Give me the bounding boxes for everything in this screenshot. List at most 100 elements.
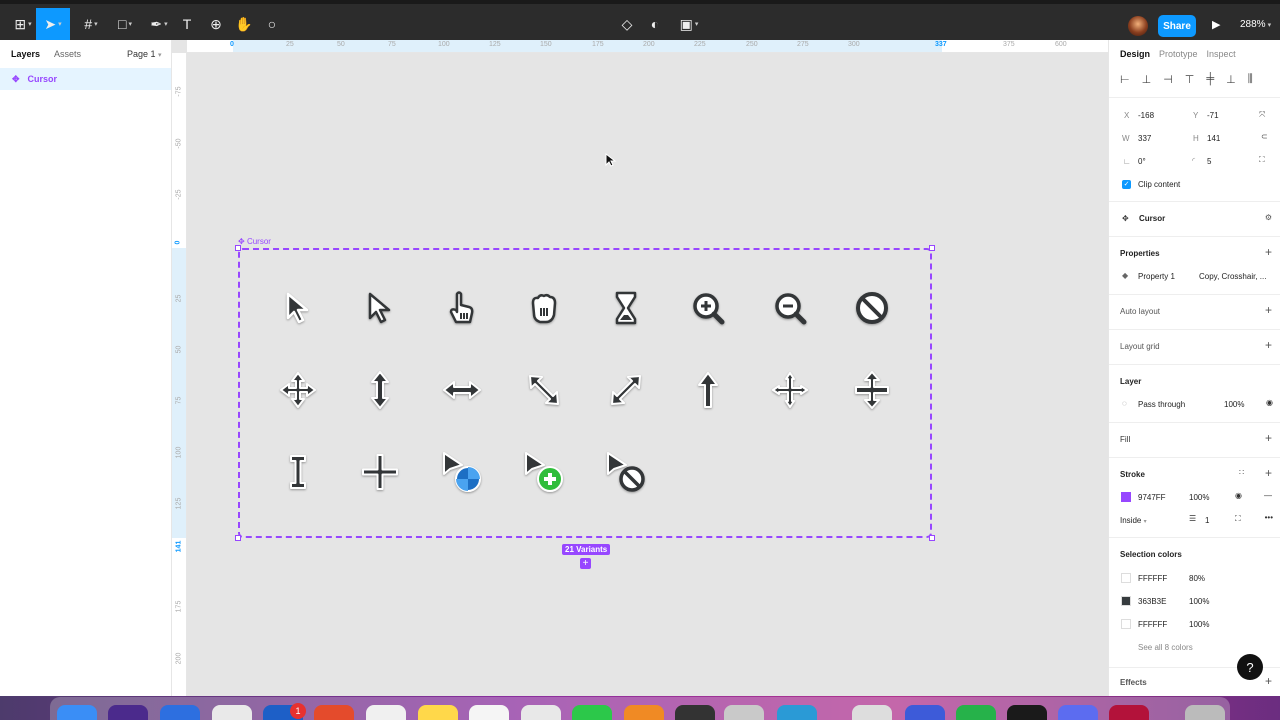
component-icon[interactable]: ◇	[618, 8, 636, 40]
y-field[interactable]: -71	[1207, 111, 1219, 120]
property-name[interactable]: Property 1	[1138, 272, 1175, 281]
rotation-field[interactable]: 0°	[1138, 157, 1146, 166]
row-resize-icon[interactable]	[852, 370, 892, 410]
align-left-icon[interactable]: ⊢	[1120, 73, 1130, 86]
not-allowed-icon[interactable]	[852, 288, 892, 328]
selection-color-opacity[interactable]: 100%	[1189, 620, 1209, 629]
selection-color-hex[interactable]: FFFFFF	[1138, 620, 1167, 629]
dock-app-icon[interactable]	[777, 705, 817, 720]
dock-app-icon[interactable]	[314, 705, 354, 720]
shape-tool-icon[interactable]: □ ▾	[110, 8, 140, 40]
stroke-color-swatch[interactable]	[1121, 492, 1131, 502]
arrow-black-icon[interactable]	[278, 288, 318, 328]
visibility-eye-icon[interactable]: ◉	[1266, 398, 1273, 407]
distribute-icon[interactable]: ⫼	[1248, 73, 1253, 86]
hand-pointer-icon[interactable]	[442, 288, 482, 328]
frame-tool-icon[interactable]: # ▾	[76, 8, 106, 40]
resize-handle[interactable]	[235, 245, 241, 251]
constraints-icon[interactable]: ⤧	[1259, 110, 1265, 120]
share-button[interactable]: Share	[1158, 15, 1196, 37]
comment-tool-icon[interactable]: ○	[262, 8, 282, 40]
boolean-icon[interactable]: ▣ ▾	[676, 8, 702, 40]
stroke-style-icon[interactable]: ∷	[1239, 468, 1244, 477]
resize-nesw-icon[interactable]	[606, 370, 646, 410]
dock-app-icon[interactable]	[418, 705, 458, 720]
dock-app-icon[interactable]	[852, 705, 892, 720]
selection-color-swatch[interactable]	[1121, 596, 1131, 606]
property-value[interactable]: Copy, Crosshair, ...	[1199, 272, 1266, 281]
dock-app-icon[interactable]	[366, 705, 406, 720]
dock-app-icon[interactable]	[1109, 705, 1149, 720]
main-menu-icon[interactable]: ⊞ ▾	[6, 8, 40, 40]
crosshair-icon[interactable]	[360, 452, 400, 492]
tab-layers[interactable]: Layers	[11, 49, 40, 59]
component-set-frame[interactable]	[238, 248, 932, 538]
align-bottom-icon[interactable]: ⊥	[1226, 73, 1236, 86]
add-layout-grid-icon[interactable]: +	[1265, 338, 1272, 352]
move-tool-icon[interactable]: ➤ ▾	[36, 8, 70, 40]
constrain-proportions-icon[interactable]: ⊂	[1261, 132, 1268, 141]
selection-color-hex[interactable]: 363B3E	[1138, 597, 1166, 606]
resize-nwse-icon[interactable]	[524, 370, 564, 410]
selection-color-opacity[interactable]: 100%	[1189, 597, 1209, 606]
tab-prototype[interactable]: Prototype	[1159, 49, 1198, 59]
variants-badge[interactable]: 21 Variants	[562, 544, 611, 555]
align-right-icon[interactable]: ⊣	[1163, 73, 1173, 86]
stroke-position-dropdown[interactable]: Inside ▾	[1120, 516, 1147, 525]
layer-item-cursor[interactable]: ✥ Cursor	[0, 68, 171, 90]
resources-icon[interactable]: ⊕	[206, 8, 226, 40]
selection-color-swatch[interactable]	[1121, 573, 1131, 583]
help-button[interactable]: ?	[1237, 654, 1263, 680]
stroke-weight-field[interactable]: 1	[1205, 516, 1209, 525]
dock-app-icon[interactable]	[1058, 705, 1098, 720]
resize-horizontal-icon[interactable]	[442, 370, 482, 410]
w-field[interactable]: 337	[1138, 134, 1151, 143]
dock-app-icon[interactable]	[469, 705, 509, 720]
text-tool-icon[interactable]: T	[178, 8, 196, 40]
stroke-visibility-icon[interactable]: ◉	[1235, 491, 1242, 500]
selection-color-opacity[interactable]: 80%	[1189, 574, 1205, 583]
dock-app-icon[interactable]	[675, 705, 715, 720]
hourglass-icon[interactable]	[606, 288, 646, 328]
add-auto-layout-icon[interactable]: +	[1265, 303, 1272, 317]
dock-app-icon[interactable]	[956, 705, 996, 720]
resize-handle[interactable]	[929, 535, 935, 541]
dock-app-icon[interactable]	[1007, 705, 1047, 720]
move-icon[interactable]	[278, 370, 318, 410]
see-all-colors-link[interactable]: See all 8 colors	[1138, 643, 1193, 652]
zoom-in-icon[interactable]	[688, 288, 728, 328]
add-property-icon[interactable]: +	[1265, 245, 1272, 259]
stroke-opacity-field[interactable]: 100%	[1189, 493, 1209, 502]
arrow-no-drop-icon[interactable]	[606, 452, 646, 492]
clip-content-checkbox[interactable]: ✓	[1122, 180, 1131, 189]
frame-title[interactable]: ✥ Cursor	[238, 237, 271, 246]
align-top-icon[interactable]: ⊤	[1185, 73, 1195, 86]
page-selector[interactable]: Page 1 ▾	[127, 49, 162, 59]
tab-assets[interactable]: Assets	[54, 49, 81, 59]
stroke-color-field[interactable]: 9747FF	[1138, 493, 1166, 502]
dock-app-icon[interactable]	[1185, 705, 1225, 720]
mask-icon[interactable]: ◐	[646, 8, 664, 40]
align-center-h-icon[interactable]: ⊥	[1142, 73, 1152, 86]
add-stroke-icon[interactable]: +	[1265, 466, 1272, 480]
arrow-white-icon[interactable]	[360, 288, 400, 328]
component-settings-icon[interactable]: ⚙	[1265, 213, 1272, 222]
individual-strokes-icon[interactable]: ⛶	[1235, 514, 1241, 524]
dock-app-icon[interactable]	[57, 705, 97, 720]
zoom-out-icon[interactable]	[770, 288, 810, 328]
pen-tool-icon[interactable]: ✒ ▾	[144, 8, 174, 40]
dock-app-icon[interactable]	[624, 705, 664, 720]
tab-inspect[interactable]: Inspect	[1207, 49, 1236, 59]
hand-grab-icon[interactable]	[524, 288, 564, 328]
more-options-icon[interactable]: •••	[1265, 513, 1273, 522]
h-field[interactable]: 141	[1207, 134, 1220, 143]
present-icon[interactable]: ▶	[1212, 18, 1220, 31]
remove-stroke-icon[interactable]: —	[1264, 491, 1272, 500]
selection-color-hex[interactable]: FFFFFF	[1138, 574, 1167, 583]
resize-handle[interactable]	[235, 535, 241, 541]
dock-app-icon[interactable]	[108, 705, 148, 720]
arrow-busy-icon[interactable]	[442, 452, 482, 492]
arrow-copy-icon[interactable]	[524, 452, 564, 492]
add-variant-button[interactable]: +	[580, 558, 591, 569]
zoom-dropdown[interactable]: 288% ▾	[1240, 19, 1271, 30]
